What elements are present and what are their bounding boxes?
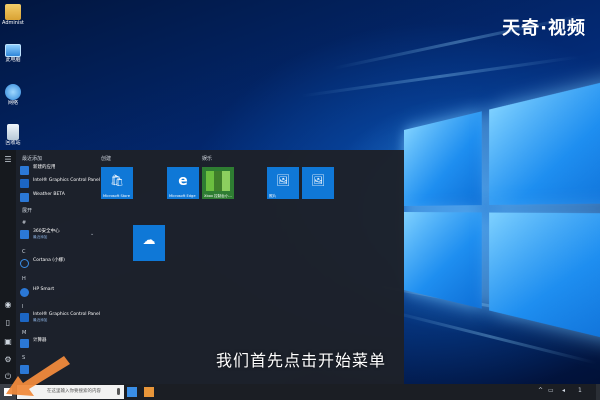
tray-chevron-up-icon[interactable]: ^ [538, 387, 543, 394]
tile-photos[interactable]: 🖼 照片 [267, 167, 299, 199]
expand-header[interactable]: 展开 [22, 207, 32, 214]
tray-volume-icon[interactable]: ◂ [562, 387, 565, 394]
documents-icon[interactable]: ▯ [3, 318, 13, 328]
tray-clock[interactable]: 1 [578, 387, 582, 394]
pinned-app-icon[interactable] [144, 387, 154, 397]
tile-onedrive[interactable]: ☁ [133, 225, 165, 261]
list-item[interactable]: Cortana (小娜) [20, 258, 100, 270]
tile-xbox-minecraft[interactable]: Xbox 控制台小… [202, 167, 234, 199]
user-avatar-icon[interactable]: ◉ [3, 300, 13, 310]
recent-header: 最近添加 [22, 156, 43, 162]
letter-header[interactable]: M [22, 330, 26, 336]
tray-network-icon[interactable]: ▭ [548, 387, 554, 394]
video-subtitle: 我们首先点击开始菜单 [216, 351, 387, 370]
store-bag-icon: 🛍 [110, 174, 124, 187]
light-beam [301, 55, 579, 98]
letter-header[interactable]: # [22, 220, 26, 226]
tile-microsoft-store[interactable]: 🛍 Microsoft Store [101, 167, 133, 199]
show-desktop-strip[interactable] [596, 384, 600, 400]
list-item[interactable]: HP Smart [20, 287, 100, 299]
app-list: 最近添加 新建的应用 Intel® Graphics Control Panel… [16, 150, 100, 384]
windows-logo [404, 76, 600, 344]
folder-icon [20, 230, 29, 239]
desktop-icon-administrator[interactable]: Administr... [2, 4, 24, 26]
minecraft-icon [206, 171, 230, 191]
photo-icon: 🖼 [276, 174, 290, 187]
desktop-icon-this-pc[interactable]: 此电脑 [2, 44, 24, 63]
tile-photo-2[interactable]: 🖼 [302, 167, 334, 199]
microphone-icon [117, 388, 120, 395]
start-rail: ☰ ◉ ▯ ▣ ⚙ ⏻ [0, 150, 16, 384]
desktop-icon-recycle-bin[interactable]: 回收站 [2, 124, 24, 146]
list-item[interactable]: Intel® Graphics Control Panel [20, 178, 100, 190]
taskbar: 在这里输入你要搜索的内容 ^ ▭ ◂ 1 [0, 384, 600, 400]
letter-header[interactable]: H [22, 276, 26, 282]
task-view-icon[interactable] [127, 387, 137, 397]
video-watermark: 天奇·视频 [502, 18, 586, 39]
letter-header[interactable]: C [22, 249, 26, 255]
calculator-icon [20, 339, 29, 348]
list-item[interactable]: Weather BETA [20, 192, 100, 204]
hp-icon [20, 288, 29, 297]
list-item[interactable]: Intel® Graphics Control Panel 最近添加 [20, 312, 100, 324]
recycle-bin-icon [7, 124, 19, 140]
computer-icon [5, 44, 21, 57]
list-item[interactable]: 360安全中心 最近添加 [20, 229, 100, 241]
intel-icon [20, 179, 29, 188]
edge-icon: e [178, 173, 188, 189]
list-item[interactable]: 新建的应用 [20, 165, 100, 177]
photo-icon: 🖼 [311, 174, 325, 187]
weather-icon [20, 193, 29, 202]
tile-group-create[interactable]: 创建 [101, 155, 111, 162]
intel-icon [20, 313, 29, 322]
hamburger-menu-icon[interactable]: ☰ [3, 155, 13, 165]
desktop-icon-network[interactable]: 网络 [2, 84, 24, 106]
app-icon [20, 166, 29, 175]
tutorial-arrow [6, 356, 70, 396]
network-icon [5, 84, 21, 100]
chevron-down-icon[interactable]: ⌄ [90, 231, 94, 237]
letter-header[interactable]: I [22, 304, 23, 310]
user-folder-icon [5, 4, 21, 20]
pictures-icon[interactable]: ▣ [3, 337, 13, 347]
tile-group-play[interactable]: 娱乐 [202, 155, 212, 162]
cortana-icon [20, 259, 29, 268]
list-item[interactable]: 计算器 [20, 338, 100, 350]
tile-microsoft-edge[interactable]: e Microsoft Edge [167, 167, 199, 199]
cloud-icon: ☁ [142, 233, 156, 248]
